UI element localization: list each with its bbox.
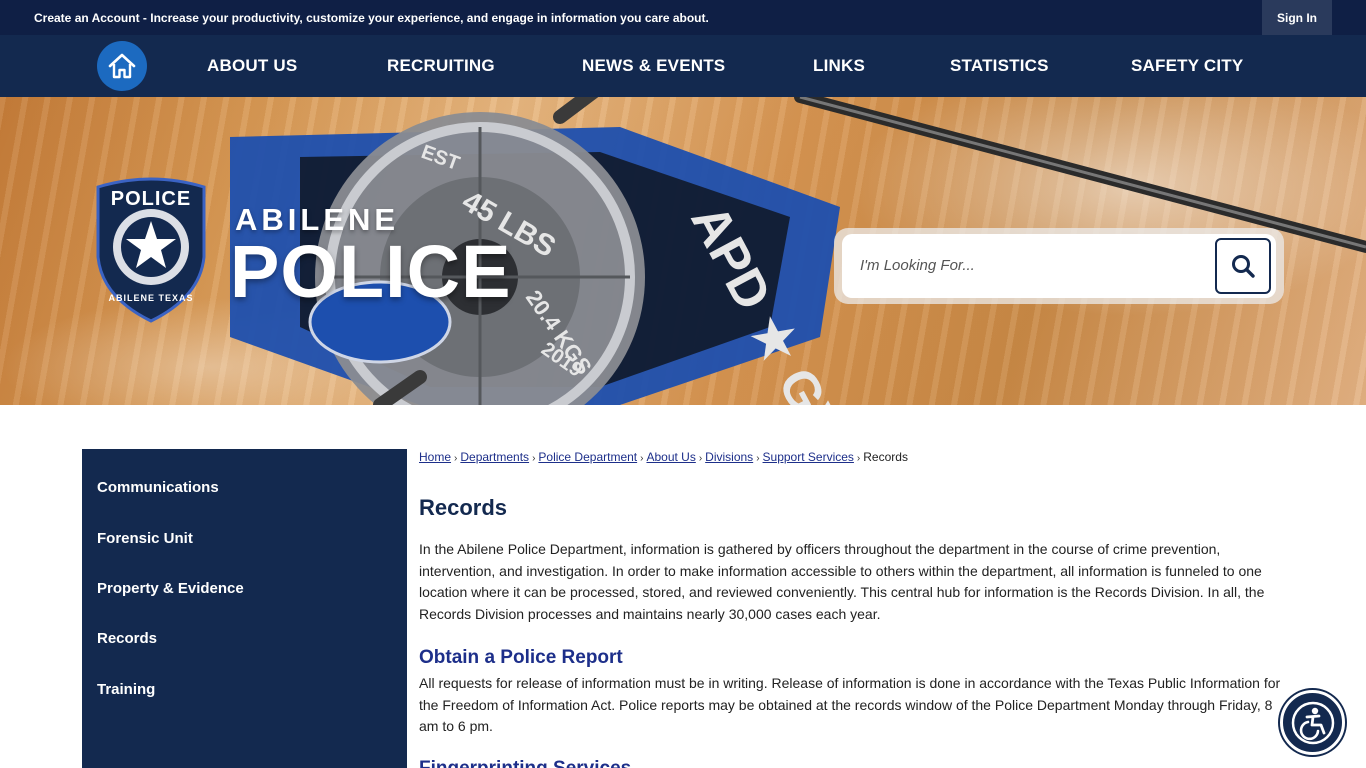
nav-safety-city[interactable]: SAFETY CITY <box>1131 35 1243 97</box>
breadcrumb-about-us[interactable]: About Us <box>646 450 695 464</box>
breadcrumb-departments[interactable]: Departments <box>460 450 529 464</box>
main-nav: ABOUT US RECRUITING NEWS & EVENTS LINKS … <box>0 35 1366 97</box>
accessibility-button[interactable] <box>1280 690 1345 755</box>
page-title: Records <box>419 495 508 520</box>
intro-paragraph: In the Abilene Police Department, inform… <box>419 541 1265 622</box>
create-account-link[interactable]: Create an Account <box>34 11 140 25</box>
account-description: - Increase your productivity, customize … <box>139 11 709 25</box>
police-badge-logo: POLICE ABILENE TEXAS <box>96 177 206 323</box>
sidebar-item-property-evidence[interactable]: Property & Evidence <box>97 580 244 597</box>
sign-in-button[interactable]: Sign In <box>1262 0 1332 35</box>
home-button[interactable] <box>97 41 147 91</box>
search-button[interactable] <box>1215 238 1271 294</box>
police-report-paragraph: All requests for release of information … <box>419 675 1281 734</box>
sidebar-item-forensic-unit[interactable]: Forensic Unit <box>97 530 193 547</box>
account-message: Create an Account - Increase your produc… <box>34 11 709 25</box>
breadcrumb-home[interactable]: Home <box>419 450 451 464</box>
nav-news-events[interactable]: NEWS & EVENTS <box>582 35 725 97</box>
nav-about-us[interactable]: ABOUT US <box>207 35 297 97</box>
breadcrumb-divisions[interactable]: Divisions <box>705 450 753 464</box>
breadcrumb-support-services[interactable]: Support Services <box>763 450 854 464</box>
sidebar-item-records[interactable]: Records <box>97 630 157 647</box>
breadcrumb-current: Records <box>863 450 908 464</box>
sidebar-nav: Communications Forensic Unit Property & … <box>82 449 407 768</box>
breadcrumb: Home › Departments › Police Department › About… <box>419 450 908 464</box>
logo-police-text: POLICE <box>230 230 512 313</box>
section-heading-fingerprinting: Fingerprinting Services <box>419 758 631 768</box>
account-bar: Create an Account - Increase your produc… <box>0 0 1366 35</box>
section-heading-police-report: Obtain a Police Report <box>419 647 623 668</box>
breadcrumb-police-department[interactable]: Police Department <box>538 450 637 464</box>
badge-police-text: POLICE <box>111 188 191 210</box>
home-icon <box>108 53 136 79</box>
sidebar-item-training[interactable]: Training <box>97 681 155 698</box>
sidebar-item-communications[interactable]: Communications <box>97 479 219 496</box>
nav-links[interactable]: LINKS <box>813 35 865 97</box>
nav-statistics[interactable]: STATISTICS <box>950 35 1049 97</box>
badge-ring-text: ABILENE TEXAS <box>108 293 193 303</box>
search-icon <box>1232 255 1255 278</box>
nav-recruiting[interactable]: RECRUITING <box>387 35 495 97</box>
search-input[interactable] <box>860 252 1200 278</box>
accessibility-icon <box>1291 701 1334 744</box>
